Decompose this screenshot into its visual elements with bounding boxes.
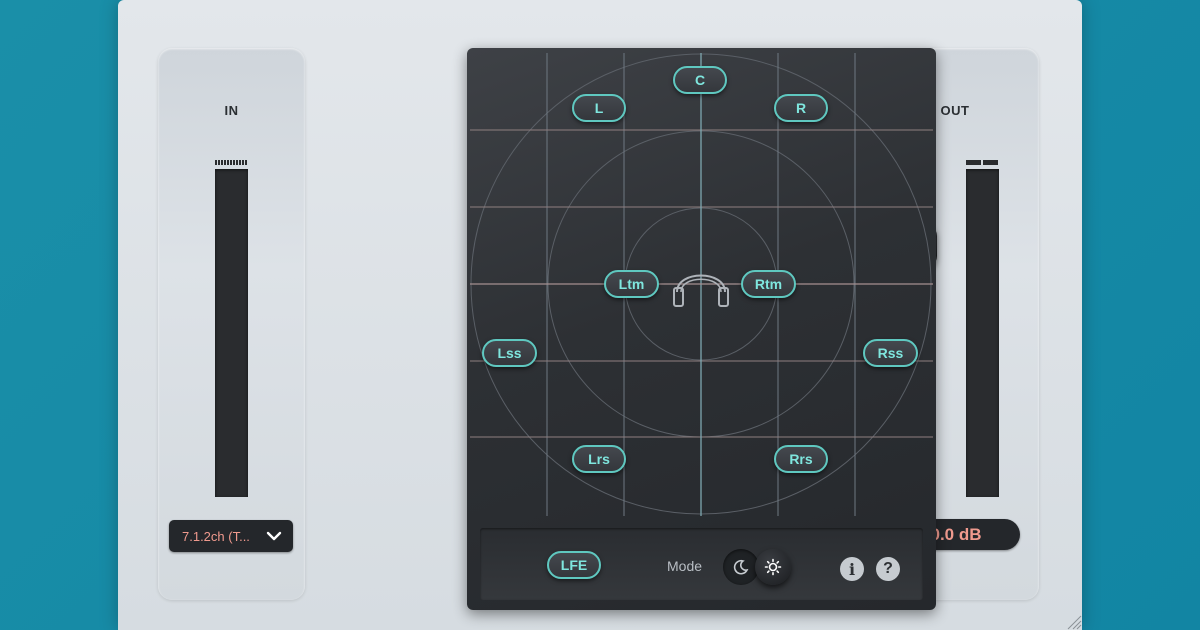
light-mode-button[interactable] — [755, 549, 791, 585]
sun-icon — [764, 558, 782, 576]
chevron-down-icon — [266, 531, 282, 541]
moon-icon — [733, 559, 749, 575]
output-level-meter — [966, 169, 999, 497]
mode-toggle[interactable] — [723, 549, 793, 585]
speaker-c[interactable]: C — [673, 66, 727, 94]
spatial-panner[interactable]: C L R Ltm Rtm Lss Rss Lrs Rrs LFE Mode i… — [467, 48, 936, 610]
format-dropdown[interactable]: 7.1.2ch (T... — [169, 520, 293, 552]
plugin-window: IN 7.1.2ch (T... OUT 0.0 dB C L R Ltm Rt… — [118, 0, 1082, 630]
speaker-ltm[interactable]: Ltm — [604, 270, 659, 298]
speaker-lss[interactable]: Lss — [482, 339, 537, 367]
speaker-lfe[interactable]: LFE — [547, 551, 601, 579]
speaker-rss[interactable]: Rss — [863, 339, 918, 367]
dark-mode-button[interactable] — [723, 549, 759, 585]
bottom-control-bar: LFE Mode i ? — [480, 528, 923, 600]
speaker-r[interactable]: R — [774, 94, 828, 122]
input-meter-peak — [215, 160, 248, 165]
speaker-lrs[interactable]: Lrs — [572, 445, 626, 473]
mode-label: Mode — [667, 558, 703, 574]
speaker-rtm[interactable]: Rtm — [741, 270, 796, 298]
input-level-meter — [215, 169, 248, 497]
input-panel: IN 7.1.2ch (T... — [158, 48, 305, 600]
info-icon[interactable]: i — [840, 557, 864, 581]
headphones-icon — [673, 274, 729, 307]
speaker-rrs[interactable]: Rrs — [774, 445, 828, 473]
help-icon[interactable]: ? — [876, 557, 900, 581]
resize-grip-icon[interactable] — [1064, 612, 1082, 630]
output-meter-peak-right — [983, 160, 998, 165]
format-dropdown-value: 7.1.2ch (T... — [182, 528, 250, 544]
output-meter-peak-left — [966, 160, 981, 165]
input-title: IN — [224, 103, 239, 118]
speaker-l[interactable]: L — [572, 94, 626, 122]
